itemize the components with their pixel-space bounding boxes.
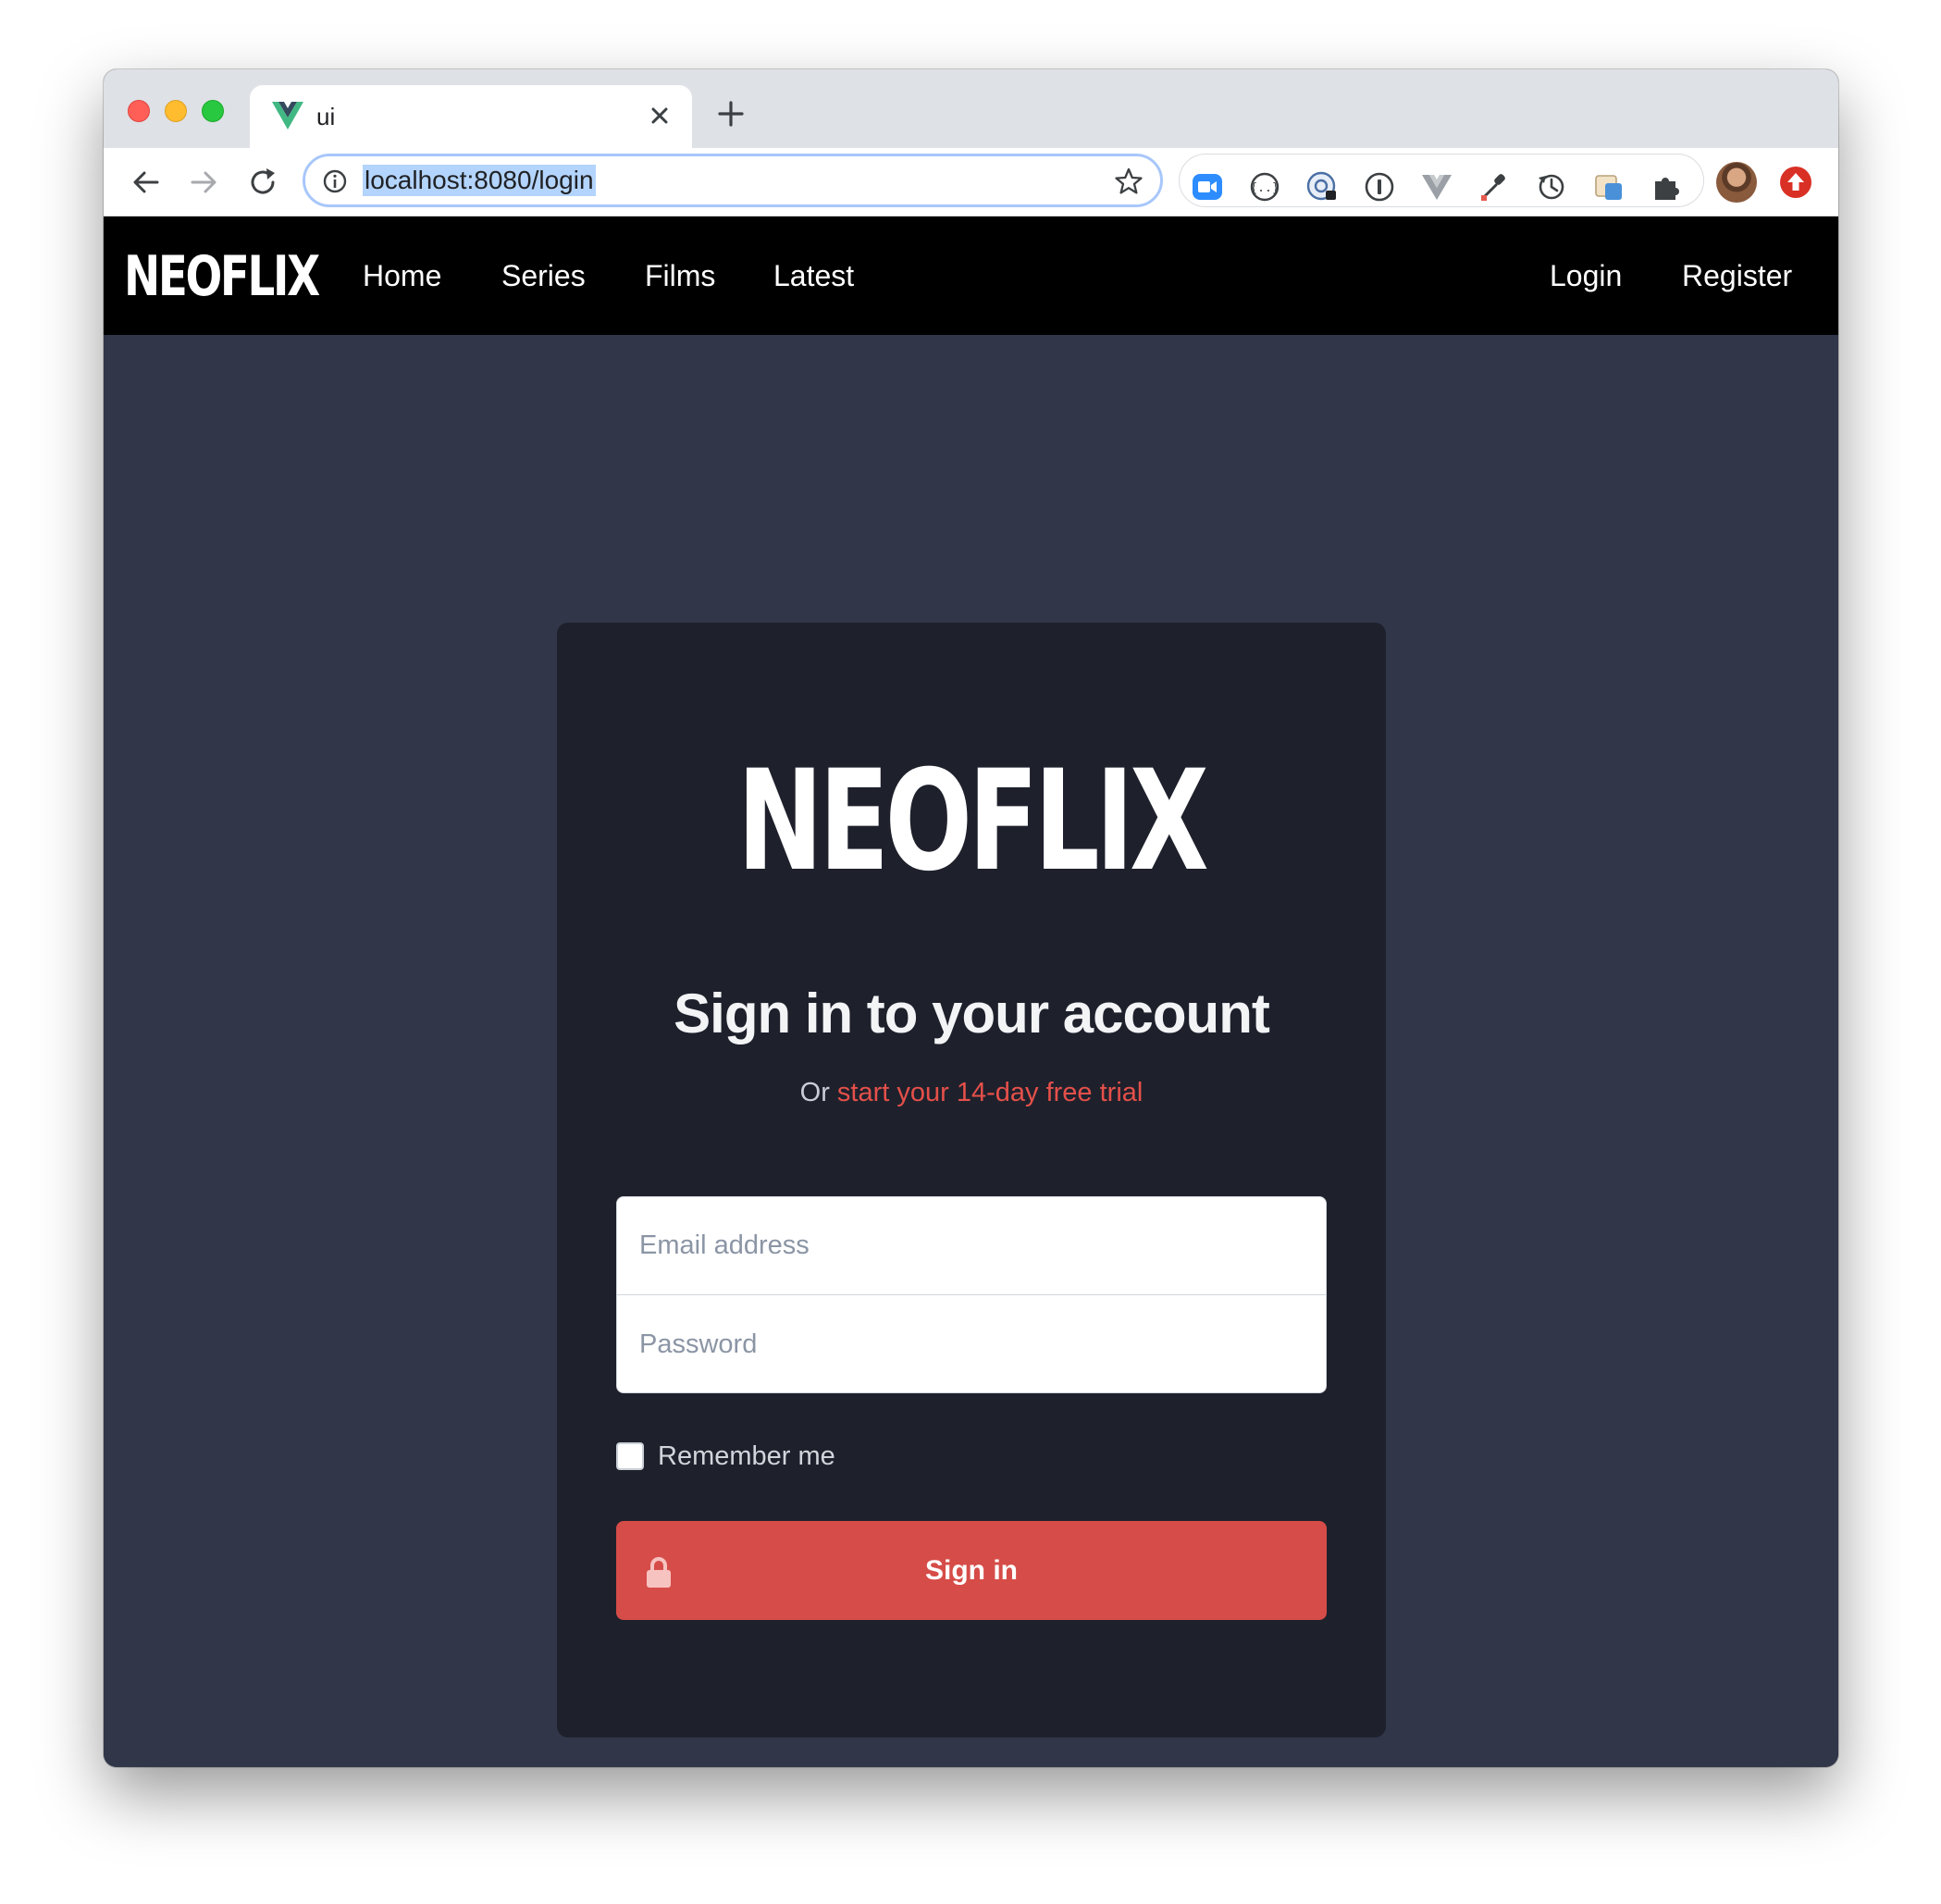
- card-logo: NEOFLIX: [557, 752, 1386, 891]
- onepassword-icon[interactable]: [1363, 170, 1396, 204]
- back-arrow-icon[interactable]: [128, 164, 165, 201]
- remember-me-checkbox[interactable]: [616, 1442, 644, 1470]
- nav-home[interactable]: Home: [363, 257, 441, 294]
- reload-icon[interactable]: [244, 164, 281, 201]
- app-page: NEOFLIX Home Series Films Latest Login R…: [104, 216, 1838, 1767]
- json-viewer-icon[interactable]: {..}: [1248, 170, 1281, 204]
- url-text[interactable]: localhost:8080/login: [363, 165, 596, 196]
- password-manager-icon[interactable]: [1305, 170, 1339, 204]
- nav-login[interactable]: Login: [1550, 257, 1622, 294]
- bookmark-star-icon[interactable]: [1114, 167, 1144, 196]
- profile-avatar[interactable]: [1716, 162, 1757, 203]
- tab-title: ui: [316, 103, 336, 130]
- trial-prefix: Or: [799, 1078, 830, 1107]
- card-logo-text: NEOFLIX: [737, 741, 1209, 902]
- nav-films[interactable]: Films: [645, 257, 715, 294]
- nav-register[interactable]: Register: [1682, 257, 1792, 294]
- puzzle-icon[interactable]: [1650, 170, 1683, 204]
- nav-latest[interactable]: Latest: [773, 257, 854, 294]
- login-card: NEOFLIX Sign in to your account Or start…: [557, 623, 1386, 1737]
- arrow-up-icon: [1787, 173, 1804, 191]
- vue-logo-icon: [272, 102, 303, 130]
- remember-me-label: Remember me: [658, 1441, 835, 1471]
- free-trial-link[interactable]: start your 14-day free trial: [837, 1078, 1143, 1107]
- sign-in-label: Sign in: [925, 1555, 1018, 1586]
- extensions-area: {..}: [1179, 154, 1704, 207]
- update-button[interactable]: [1780, 167, 1811, 198]
- vue-devtools-icon[interactable]: [1420, 170, 1453, 204]
- trial-subtitle: Or start your 14-day free trial: [557, 1076, 1386, 1109]
- zoom-icon[interactable]: [1191, 170, 1224, 204]
- remember-me-toggle[interactable]: Remember me: [616, 1440, 835, 1473]
- minimize-window-button[interactable]: [165, 100, 187, 122]
- browser-window: ui localhost:8080/login {..} NEOFLIX Hom…: [104, 69, 1838, 1767]
- tab-strip: ui: [104, 69, 1838, 148]
- sync-icon[interactable]: [1535, 170, 1568, 204]
- clipboard-icon[interactable]: [1592, 170, 1626, 204]
- forward-arrow-icon[interactable]: [185, 164, 222, 201]
- email-field[interactable]: [617, 1197, 1326, 1295]
- browser-tab[interactable]: ui: [250, 85, 692, 148]
- svg-text:{..}: {..}: [1250, 181, 1279, 195]
- browser-toolbar: localhost:8080/login {..}: [104, 148, 1838, 216]
- top-navigation: NEOFLIX Home Series Films Latest Login R…: [104, 216, 1838, 335]
- brand-logo[interactable]: NEOFLIX: [124, 247, 320, 306]
- info-icon[interactable]: [322, 168, 348, 194]
- maximize-window-button[interactable]: [202, 100, 224, 122]
- page-title: Sign in to your account: [674, 983, 1270, 1045]
- close-tab-icon[interactable]: [646, 102, 674, 130]
- close-window-button[interactable]: [128, 100, 150, 122]
- address-bar[interactable]: localhost:8080/login: [303, 154, 1163, 207]
- credentials-form: [616, 1196, 1327, 1393]
- password-field[interactable]: [617, 1295, 1326, 1392]
- sign-in-button[interactable]: Sign in: [616, 1521, 1327, 1620]
- nav-series[interactable]: Series: [501, 257, 586, 294]
- eyedropper-icon[interactable]: [1477, 170, 1511, 204]
- new-tab-icon[interactable]: [714, 97, 748, 130]
